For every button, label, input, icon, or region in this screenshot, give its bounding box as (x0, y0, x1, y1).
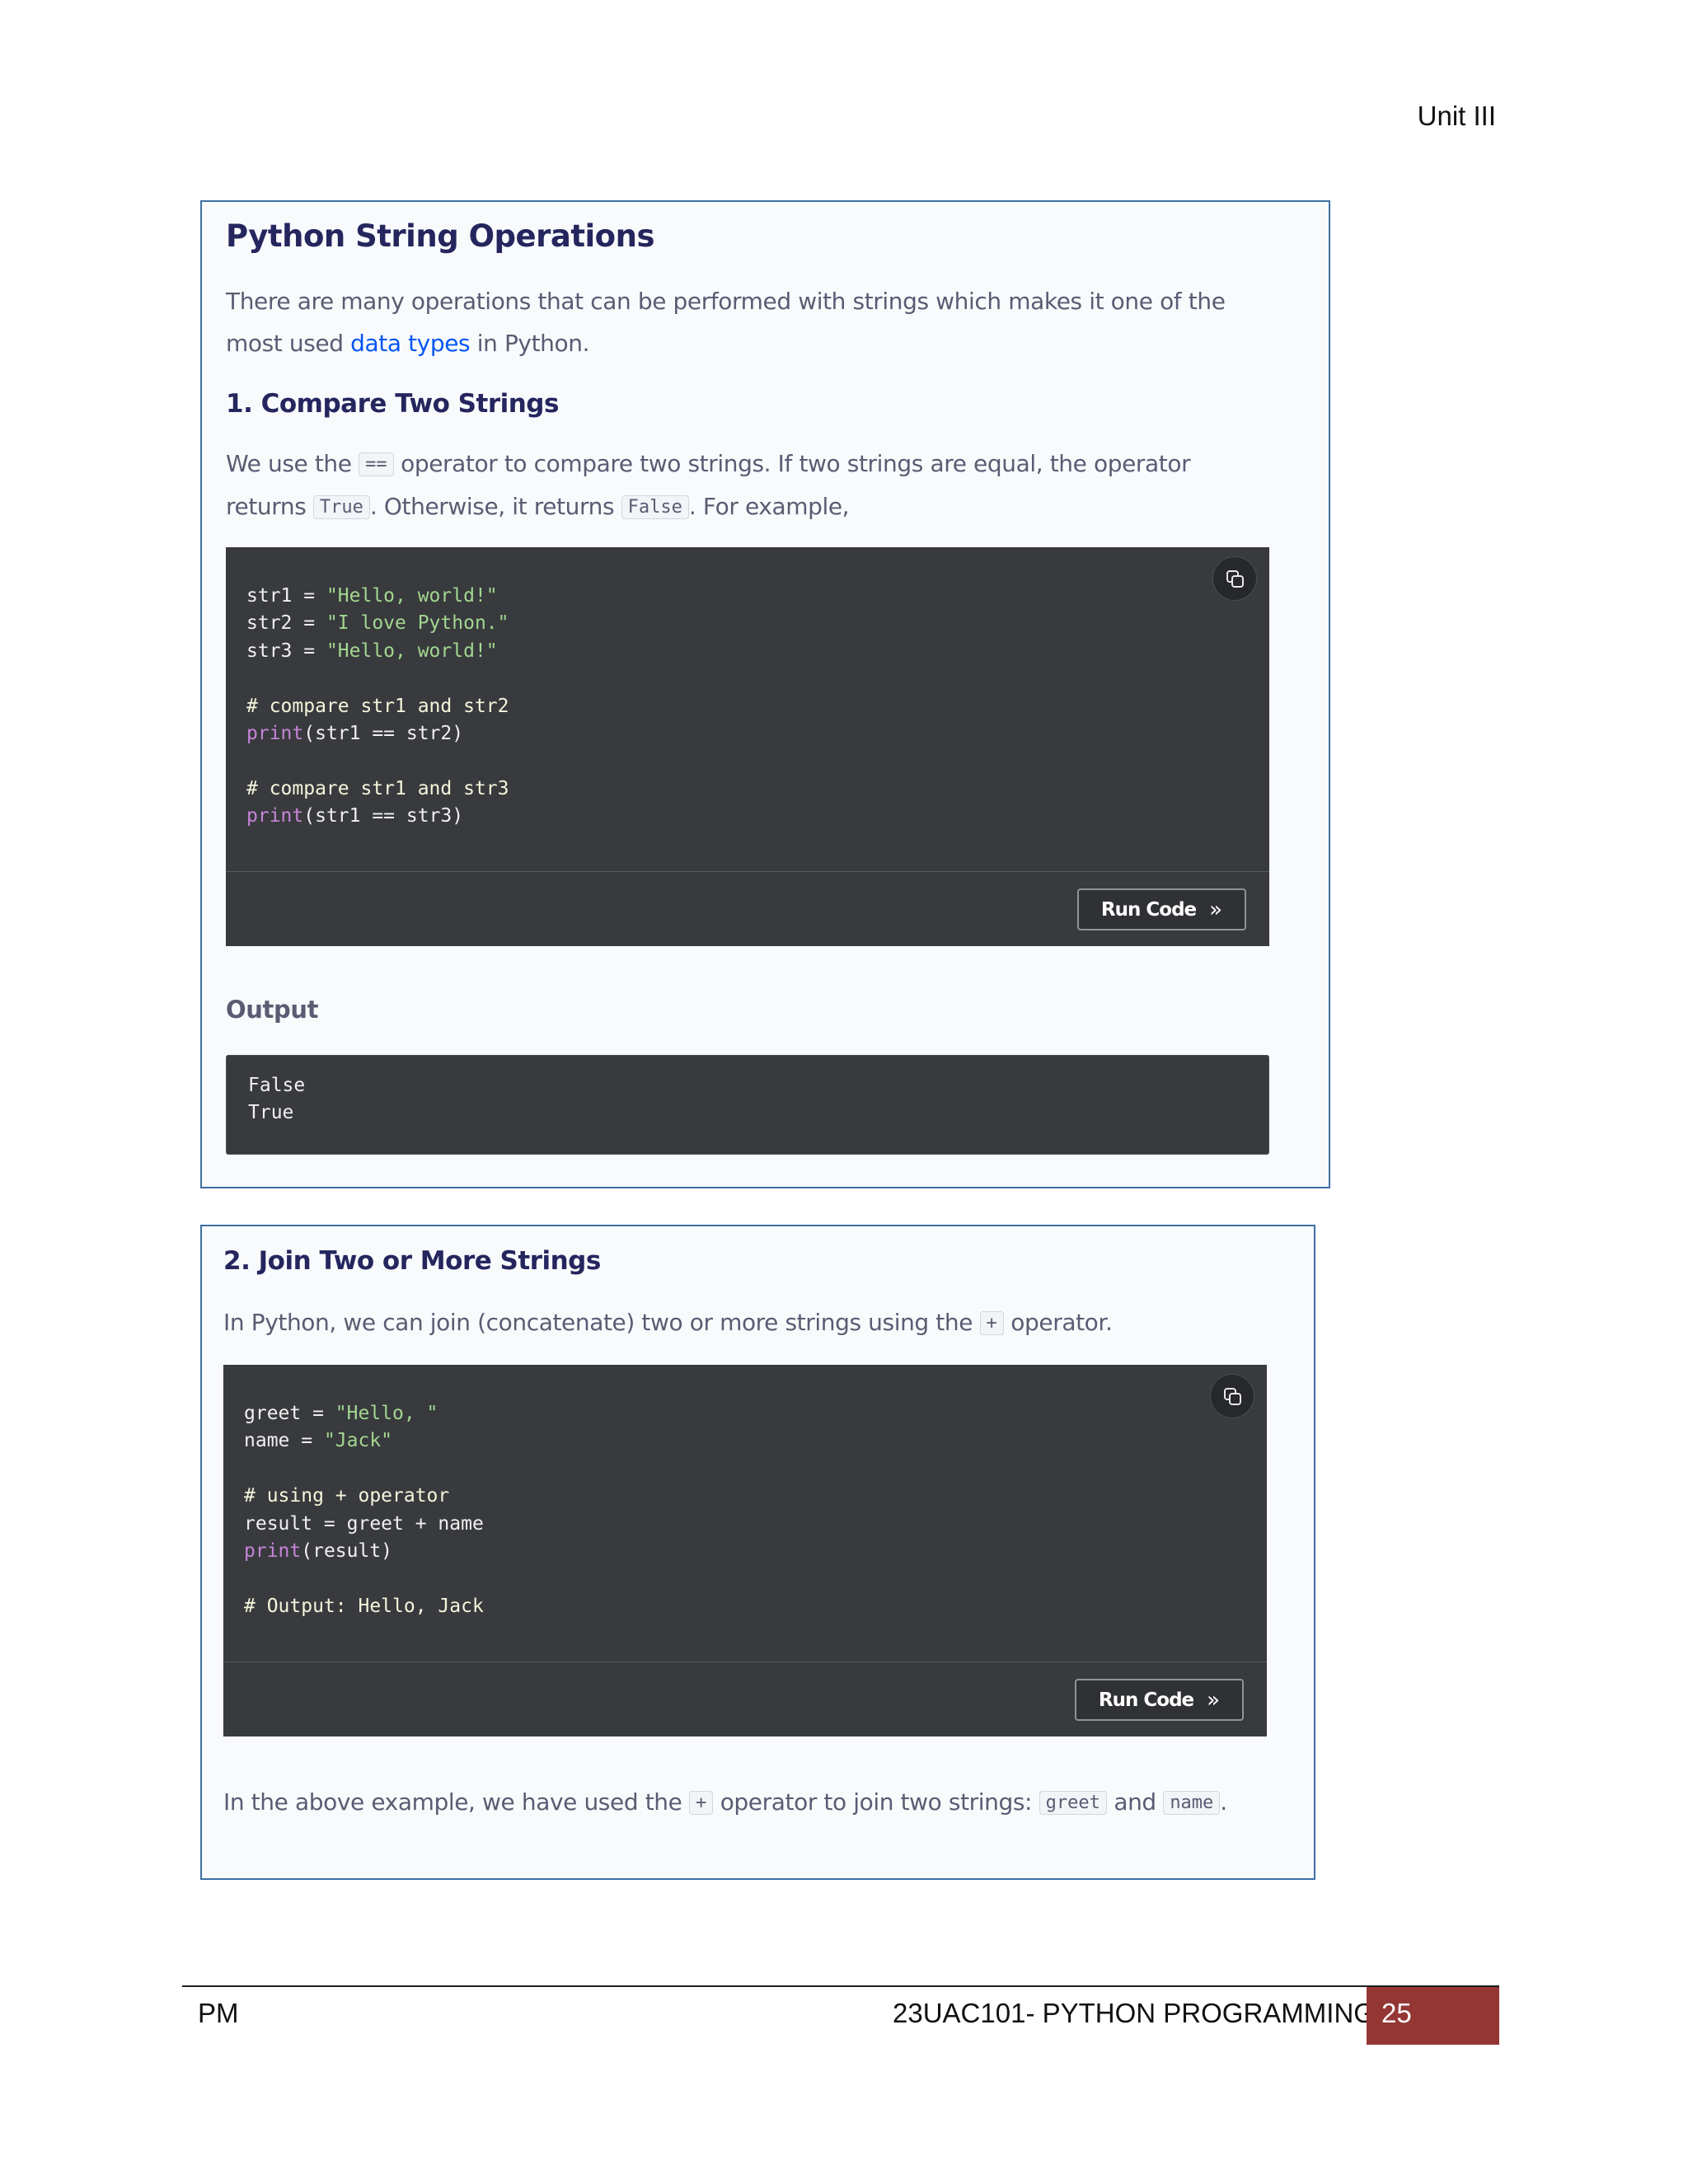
join-strings-heading: 2. Join Two or More Strings (223, 1246, 601, 1276)
code-token: str3 = (246, 640, 326, 662)
footer-author: PM (198, 1998, 239, 2028)
code-comment: # compare str1 and str2 (246, 695, 509, 717)
run-code-button[interactable]: Run Code » (1075, 1679, 1244, 1721)
function-token: print (246, 723, 304, 745)
string-token: "I love Python." (326, 612, 509, 635)
code-divider (223, 1661, 1267, 1662)
code-line: str2 = "I love Python." (246, 610, 509, 637)
output-block: False True (226, 1055, 1269, 1155)
desc-text: We use the (226, 450, 359, 477)
desc-text: . (1220, 1788, 1227, 1816)
code-line: result = greet + name (244, 1512, 484, 1535)
desc-text: In Python, we can join (concatenate) two… (223, 1309, 980, 1336)
code-line: name = "Jack" (244, 1427, 484, 1455)
intro-paragraph: There are many operations that can be pe… (226, 280, 1226, 364)
copy-button[interactable] (1212, 556, 1257, 601)
desc-text: . Otherwise, it returns (369, 493, 621, 520)
footer-rule (182, 1985, 1499, 1987)
code-token: (result) (301, 1540, 393, 1563)
inline-code-plus: + (688, 1791, 714, 1815)
join-explanation: In the above example, we have used the +… (223, 1781, 1227, 1824)
intro-text-end: in Python. (470, 330, 590, 357)
code-comment: # Output: Hello, Jack (244, 1595, 484, 1617)
code-token: str2 = (246, 612, 326, 635)
inline-code-true: True (312, 495, 370, 519)
inline-code-equals: == (359, 452, 394, 476)
code-token: (str1 == str3) (303, 805, 464, 827)
code-line: print(result) (244, 1538, 484, 1565)
compare-line-1: We use the == operator to compare two st… (226, 443, 1191, 485)
output-line: False (248, 1075, 306, 1096)
function-token: print (244, 1540, 302, 1563)
desc-text: In the above example, we have used the (223, 1788, 689, 1816)
code-comment: # compare str1 and str3 (246, 777, 509, 799)
code-content: str1 = "Hello, world!" str2 = "I love Pyt… (246, 583, 509, 831)
data-types-link[interactable]: data types (350, 330, 471, 357)
code-block-join: greet = "Hello, " name = "Jack" # using +… (223, 1365, 1267, 1736)
string-token: "Jack" (323, 1430, 393, 1452)
inline-code-false: False (621, 495, 689, 519)
intro-line-2: most used data types in Python. (226, 322, 1226, 364)
output-line: True (248, 1102, 294, 1124)
run-code-label: Run Code (1098, 1689, 1194, 1711)
output-label: Output (226, 996, 319, 1024)
run-code-button[interactable]: Run Code » (1077, 888, 1246, 930)
code-line: str1 = "Hello, world!" (246, 583, 509, 610)
page-number-box: 25 (1367, 1987, 1499, 2045)
output-content: False True (248, 1072, 305, 1127)
desc-text: operator to compare two strings. If two … (393, 450, 1191, 477)
string-token: "Hello, world!" (326, 640, 498, 662)
code-line: greet = "Hello, " (244, 1400, 484, 1427)
unit-label: Unit III (1417, 101, 1496, 131)
code-token: name = (244, 1430, 324, 1452)
inline-code-greet: greet (1039, 1791, 1107, 1815)
inline-code-plus: + (979, 1311, 1004, 1335)
copy-icon (1224, 1388, 1241, 1405)
code-line: print(str1 == str3) (246, 803, 509, 830)
double-chevron-right-icon: » (1209, 897, 1223, 922)
function-token: print (246, 805, 304, 827)
code-content: greet = "Hello, " name = "Jack" # using +… (244, 1400, 484, 1620)
compare-line-2: returns True. Otherwise, it returns Fals… (226, 485, 1190, 528)
desc-text: and (1106, 1788, 1164, 1816)
code-token: (str1 == str2) (303, 723, 464, 745)
code-divider (226, 871, 1269, 872)
compare-strings-heading: 1. Compare Two Strings (226, 389, 559, 419)
compare-description: We use the == operator to compare two st… (226, 443, 1191, 528)
intro-text: most used (226, 330, 351, 357)
string-operations-card: Python String Operations There are many … (200, 200, 1330, 1188)
inline-code-name: name (1163, 1791, 1221, 1815)
footer-course: 23UAC101- PYTHON PROGRAMMING (893, 1998, 1375, 2028)
string-token: "Hello, " (335, 1403, 438, 1424)
desc-text: operator. (1003, 1309, 1113, 1336)
copy-button[interactable] (1210, 1374, 1254, 1418)
page-title: Python String Operations (226, 218, 654, 254)
intro-line-1: There are many operations that can be pe… (226, 288, 1226, 315)
string-token: "Hello, world!" (326, 585, 498, 607)
code-token: str1 = (246, 585, 326, 607)
code-line: str3 = "Hello, world!" (246, 638, 509, 665)
desc-text: operator to join two strings: (713, 1788, 1039, 1816)
run-code-label: Run Code (1100, 898, 1197, 921)
copy-icon (1226, 570, 1244, 588)
desc-text: . For example, (688, 493, 850, 520)
code-block-compare: str1 = "Hello, world!" str2 = "I love Pyt… (226, 547, 1269, 946)
double-chevron-right-icon: » (1207, 1687, 1221, 1713)
join-strings-card: 2. Join Two or More Strings In Python, w… (200, 1225, 1315, 1880)
code-line: print(str1 == str2) (246, 720, 509, 748)
desc-text: returns (226, 493, 313, 520)
join-description: In Python, we can join (concatenate) two… (223, 1301, 1113, 1344)
code-token: greet = (244, 1403, 335, 1424)
code-comment: # using + operator (244, 1485, 450, 1507)
page-number: 25 (1381, 1998, 1412, 2028)
